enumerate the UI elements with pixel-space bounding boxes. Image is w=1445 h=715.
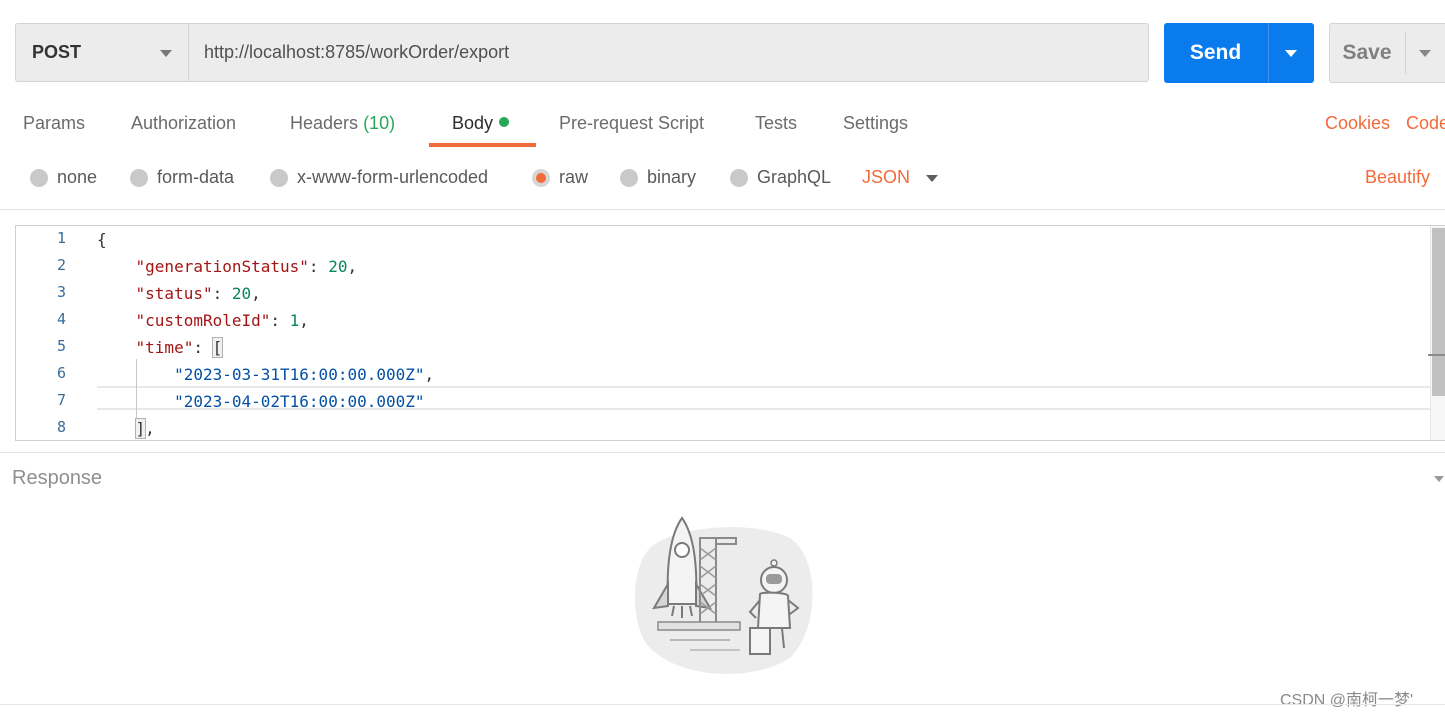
editor-scrollbar-thumb[interactable] [1432,228,1445,396]
line-number: 5 [56,337,66,355]
save-button[interactable]: Save [1330,24,1404,82]
radio-label: form-data [157,167,235,187]
radio-label: none [57,167,98,187]
line-gutter: 1 2 3 4 5 6 7 8 [16,226,96,440]
json-key: "generationStatus" [135,257,309,276]
divider [0,452,1445,453]
bracket-match: [ [211,337,224,358]
radio-raw[interactable]: raw [532,167,588,188]
send-button[interactable]: Send [1164,23,1267,83]
code-line: "status": 20, [135,284,261,303]
headers-count-badge: (10) [363,113,396,133]
radio-label: binary [647,167,697,187]
tab-body[interactable]: Body [452,113,510,134]
body-editor[interactable]: 1 2 3 4 5 6 7 8 { "generationStatus": 20… [15,225,1445,441]
code-line: { [97,226,107,253]
radio-label: raw [559,167,589,187]
tab-authorization[interactable]: Authorization [131,113,236,134]
code-line: "2023-04-02T16:00:00.000Z" [97,388,425,415]
code-link[interactable]: Code [1406,113,1445,134]
json-key: "status" [135,284,213,303]
divider [0,704,1445,705]
tab-body-label: Body [452,113,494,133]
cookies-link[interactable]: Cookies [1325,113,1390,134]
radio-circle [620,168,638,187]
line-number: 3 [56,283,66,301]
response-title: Response [12,467,103,489]
radio-label: x-www-form-urlencoded [297,167,489,187]
radio-circle [270,168,288,187]
radio-circle [30,168,48,187]
tab-params[interactable]: Params [23,113,85,134]
send-button-group: Send [1164,23,1314,83]
radio-form-data[interactable]: form-data [130,167,234,188]
json-string: "2023-03-31T16:00:00.000Z" [174,365,425,384]
save-button-group: Save [1329,23,1445,83]
watermark: CSDN @南柯一梦' [1280,692,1414,709]
chevron-down-icon[interactable] [926,175,938,182]
divider [0,209,1445,210]
beautify-link[interactable]: Beautify [1365,167,1430,188]
code-line: "customRoleId": 1, [135,311,309,330]
editor-scroll-marker [1428,354,1445,356]
radio-circle [130,168,148,187]
code-line: "time": [ [135,337,224,358]
url-input[interactable]: http://localhost:8785/workOrder/export [188,23,1149,82]
active-dot-icon [499,117,510,127]
line-number: 8 [56,418,66,436]
save-divider [1405,32,1406,74]
method-select[interactable]: POST [15,23,188,82]
code-text: { [97,230,107,249]
line-number: 1 [56,229,66,247]
tab-headers[interactable]: Headers (10) [290,113,395,134]
tab-tests[interactable]: Tests [755,113,797,134]
chevron-down-icon[interactable] [1434,476,1444,482]
code-line: ], [134,418,155,439]
radio-none[interactable]: none [30,167,97,188]
json-key: "customRoleId" [135,311,271,330]
tab-pre-request-script[interactable]: Pre-request Script [559,113,704,134]
url-value: http://localhost:8785/workOrder/export [204,42,510,62]
radio-binary[interactable]: binary [620,167,696,188]
radio-x-www-form-urlencoded[interactable]: x-www-form-urlencoded [270,167,488,188]
line-number: 2 [56,256,66,274]
json-number: 20 [328,257,348,276]
json-key: "time" [135,338,194,357]
line-number: 7 [56,391,66,409]
chevron-down-icon [160,50,172,57]
radio-graphql[interactable]: GraphQL [730,167,831,188]
json-string: "2023-04-02T16:00:00.000Z" [174,392,425,411]
language-select[interactable]: JSON [862,167,910,188]
chevron-down-icon [1419,50,1431,57]
send-options-button[interactable] [1269,23,1314,83]
radio-label: GraphQL [757,167,832,187]
code-line: "generationStatus": 20, [135,257,358,276]
code-line: "2023-03-31T16:00:00.000Z", [174,365,435,384]
line-number: 6 [56,364,66,382]
radio-circle-selected [532,168,550,187]
bracket-match: ] [134,418,147,439]
method-label: POST [32,42,82,62]
json-number: 1 [289,311,300,330]
rocket-astronaut-illustration [635,516,813,675]
tab-headers-label: Headers [290,113,359,133]
line-number: 4 [56,310,66,328]
radio-circle [730,168,748,187]
tab-settings[interactable]: Settings [843,113,908,134]
json-number: 20 [231,284,252,303]
chevron-down-icon [1285,50,1297,57]
active-tab-indicator [429,143,536,147]
